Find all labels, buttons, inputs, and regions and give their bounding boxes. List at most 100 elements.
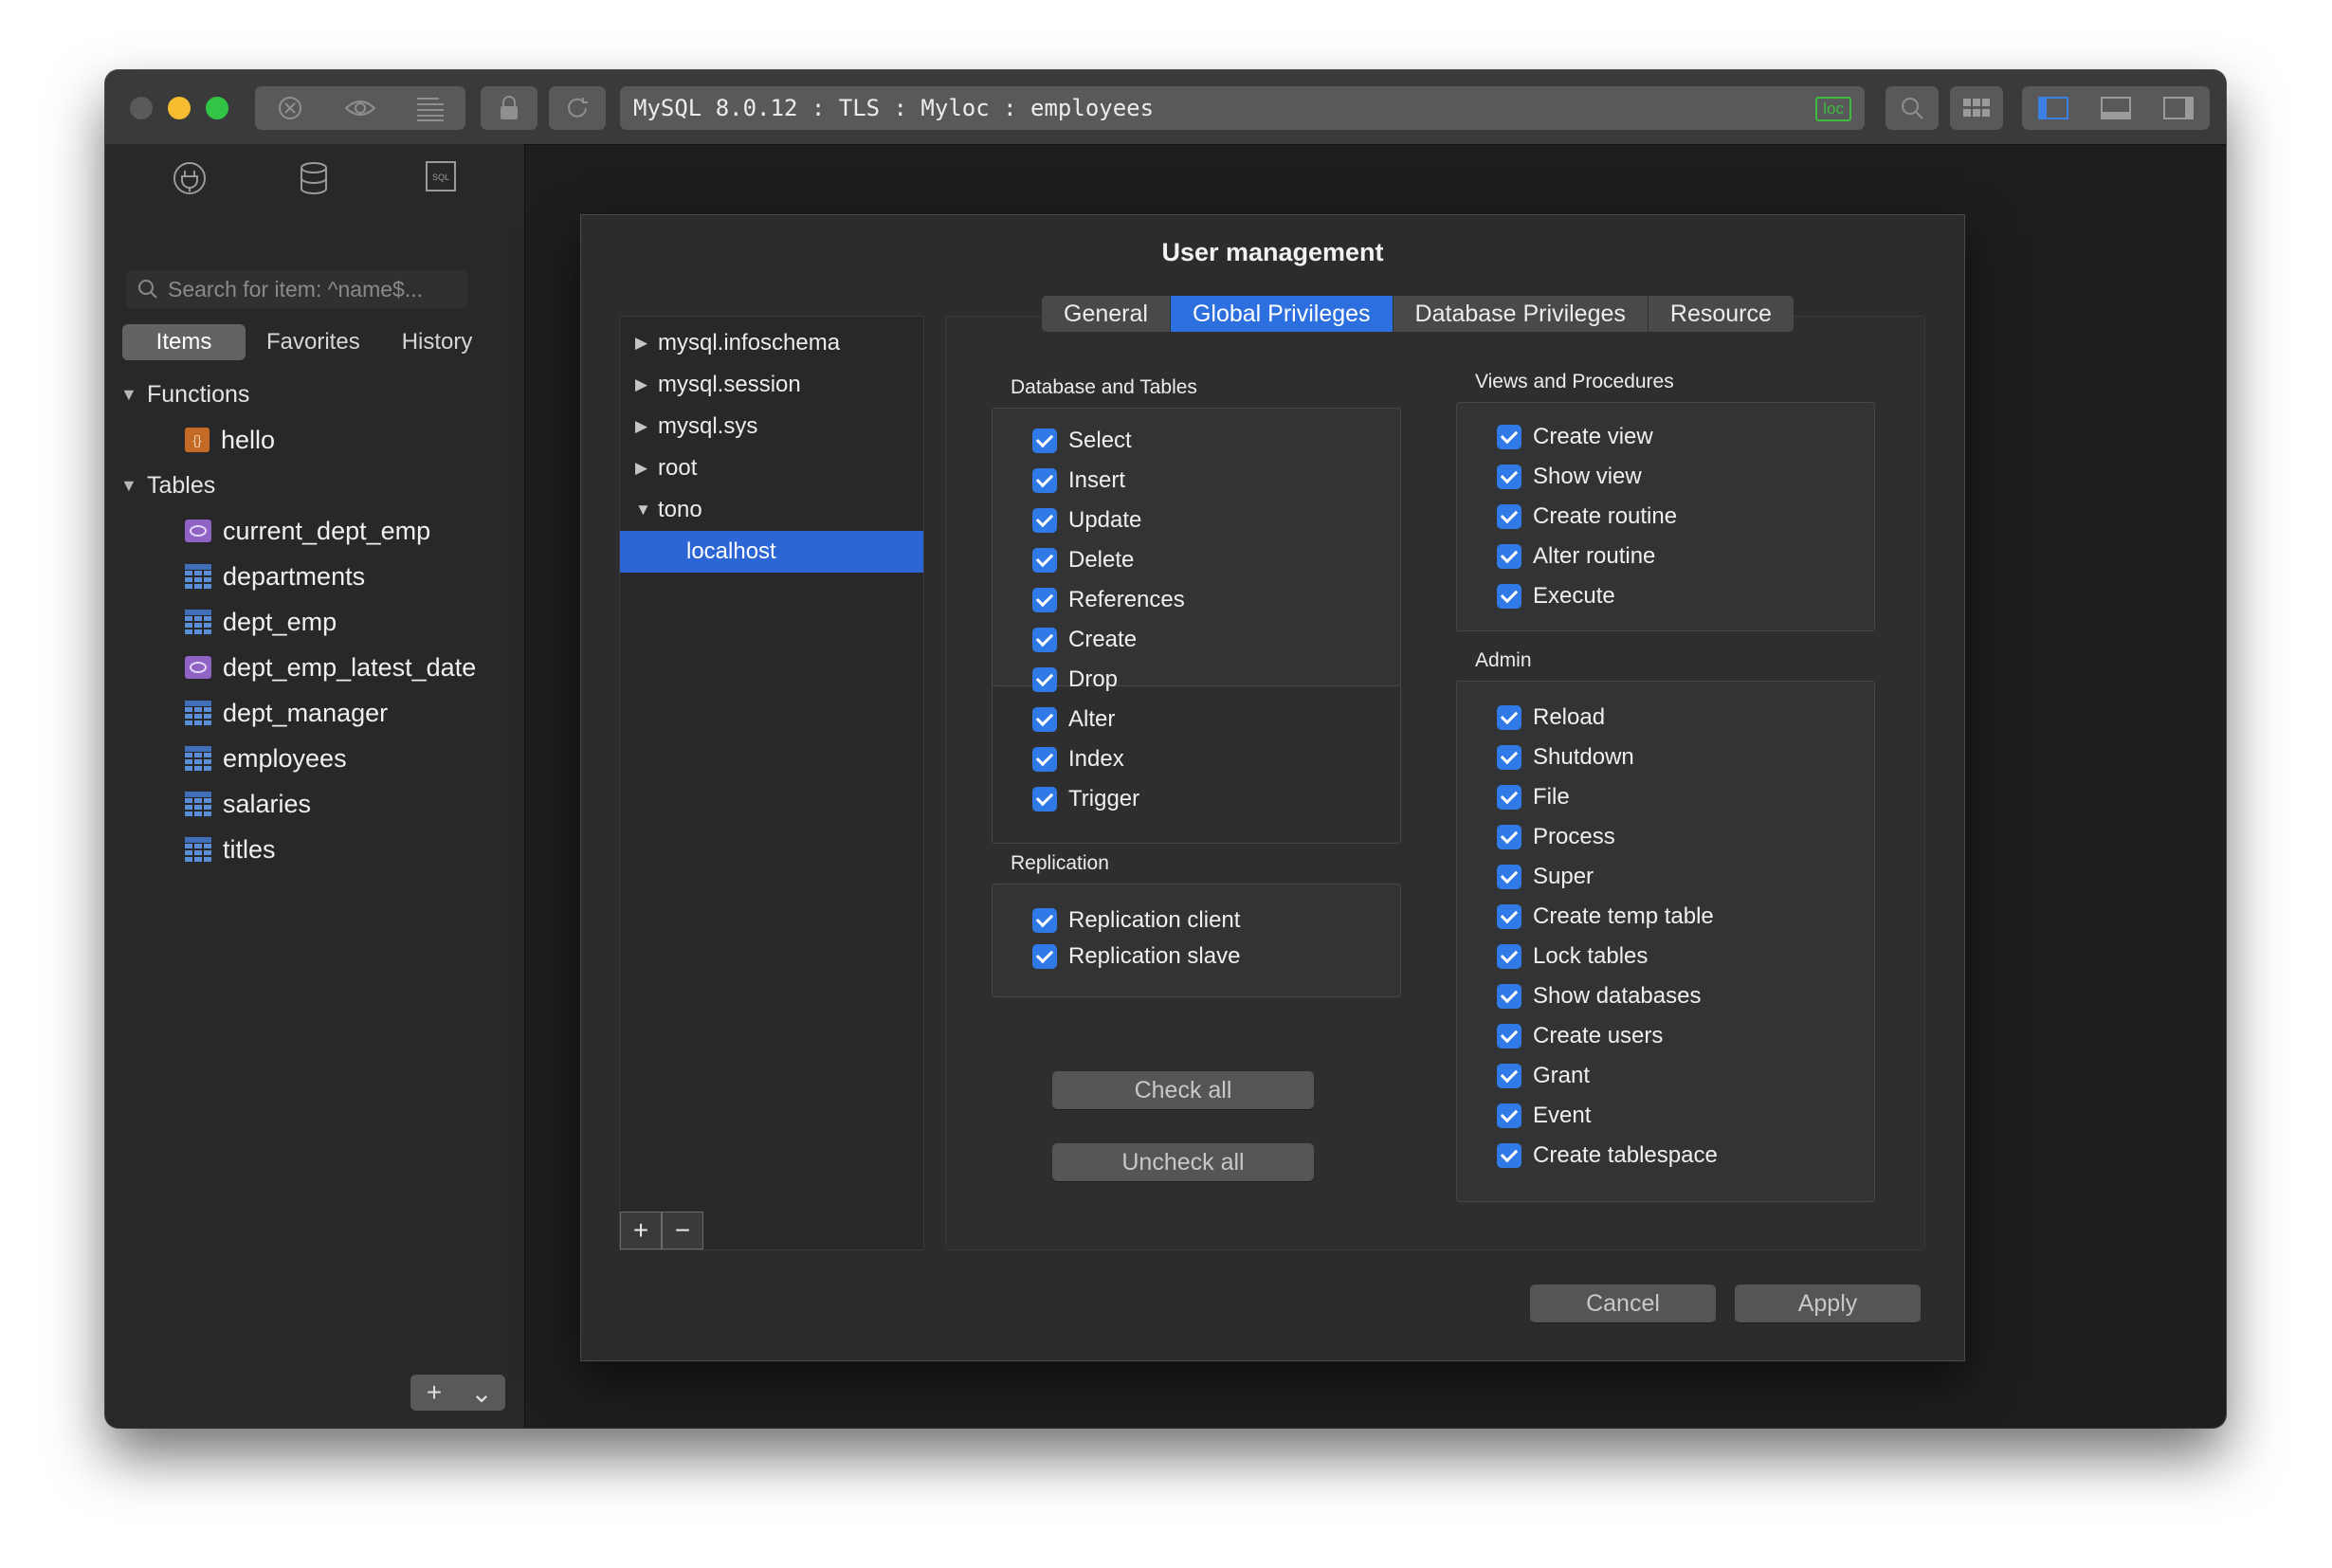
database-icon[interactable] [295, 159, 333, 197]
privilege-checkbox-lock-tables[interactable]: Lock tables [1497, 941, 1648, 972]
tree-item-table[interactable]: employees [105, 736, 524, 781]
tree-item-table[interactable]: dept_manager [105, 690, 524, 736]
tree-item-table[interactable]: departments [105, 554, 524, 599]
privilege-checkbox-alter[interactable]: Alter [1032, 704, 1115, 735]
check-all-button[interactable]: Check all [1052, 1071, 1314, 1109]
privilege-checkbox-create-tablespace[interactable]: Create tablespace [1497, 1140, 1718, 1171]
chevron-down-icon[interactable]: ⌄ [458, 1375, 505, 1411]
privilege-checkbox-process[interactable]: Process [1497, 822, 1615, 852]
checkbox-checked-icon[interactable] [1497, 584, 1521, 609]
user-row[interactable]: ▼ tono [620, 489, 923, 531]
disclosure-triangle-icon[interactable]: ▶ [635, 459, 652, 478]
tree-item-table[interactable]: salaries [105, 781, 524, 827]
tab-favorites[interactable]: Favorites [246, 324, 381, 360]
privilege-checkbox-file[interactable]: File [1497, 782, 1570, 812]
disconnect-button[interactable] [255, 86, 325, 130]
sql-file-icon[interactable]: SQL [424, 159, 462, 197]
checkbox-checked-icon[interactable] [1497, 465, 1521, 489]
privilege-checkbox-reload[interactable]: Reload [1497, 702, 1605, 733]
tab-items[interactable]: Items [122, 324, 246, 360]
checkbox-checked-icon[interactable] [1497, 705, 1521, 730]
tab-general[interactable]: General [1042, 296, 1171, 332]
toggle-right-sidebar-button[interactable] [2147, 86, 2210, 130]
checkbox-checked-icon[interactable] [1497, 944, 1521, 969]
apply-button[interactable]: Apply [1735, 1285, 1921, 1322]
disclosure-triangle-icon[interactable]: ▶ [635, 334, 652, 353]
privilege-checkbox-replication-slave[interactable]: Replication slave [1032, 941, 1240, 972]
checkbox-checked-icon[interactable] [1497, 904, 1521, 929]
tree-item-table[interactable]: dept_emp [105, 599, 524, 645]
tab-database-privileges[interactable]: Database Privileges [1394, 296, 1649, 332]
minimize-window-button[interactable] [168, 97, 191, 119]
tree-group-tables[interactable]: ▼ Tables [105, 463, 524, 508]
checkbox-checked-icon[interactable] [1497, 1103, 1521, 1128]
privilege-checkbox-shutdown[interactable]: Shutdown [1497, 742, 1634, 773]
checkbox-checked-icon[interactable] [1497, 1143, 1521, 1168]
user-row[interactable]: ▶ mysql.sys [620, 406, 923, 447]
lock-button[interactable] [481, 86, 537, 130]
tab-resource[interactable]: Resource [1649, 296, 1794, 332]
tree-item-function[interactable]: {} hello [105, 417, 524, 463]
privilege-checkbox-drop[interactable]: Drop [1032, 665, 1118, 695]
tab-history[interactable]: History [381, 324, 473, 360]
tab-global-privileges[interactable]: Global Privileges [1170, 296, 1394, 332]
connection-status-bar[interactable]: MySQL 8.0.12 : TLS : Myloc : employees l… [620, 86, 1865, 130]
privilege-checkbox-index[interactable]: Index [1032, 744, 1124, 775]
privilege-checkbox-alter-routine[interactable]: Alter routine [1497, 541, 1655, 572]
checkbox-checked-icon[interactable] [1032, 667, 1057, 692]
connection-plug-icon[interactable] [171, 159, 209, 197]
privilege-checkbox-event[interactable]: Event [1497, 1101, 1591, 1131]
maximize-window-button[interactable] [206, 97, 228, 119]
disclosure-triangle-icon[interactable]: ▼ [635, 501, 652, 520]
preview-button[interactable] [325, 86, 395, 130]
privilege-checkbox-show-databases[interactable]: Show databases [1497, 981, 1701, 1012]
privilege-checkbox-create-view[interactable]: Create view [1497, 422, 1653, 452]
add-item-button[interactable]: + [410, 1375, 458, 1411]
user-row[interactable]: ▶ mysql.session [620, 364, 923, 406]
checkbox-checked-icon[interactable] [1497, 825, 1521, 849]
privilege-checkbox-trigger[interactable]: Trigger [1032, 784, 1139, 814]
disclosure-triangle-icon[interactable]: ▶ [635, 417, 652, 436]
privilege-checkbox-show-view[interactable]: Show view [1497, 462, 1642, 492]
checkbox-checked-icon[interactable] [1497, 1024, 1521, 1048]
checkbox-checked-icon[interactable] [1497, 865, 1521, 889]
privilege-checkbox-create-routine[interactable]: Create routine [1497, 501, 1677, 532]
privilege-checkbox-create-users[interactable]: Create users [1497, 1021, 1663, 1051]
tree-item-view[interactable]: dept_emp_latest_date [105, 645, 524, 690]
uncheck-all-button[interactable]: Uncheck all [1052, 1143, 1314, 1181]
disclosure-triangle-icon[interactable]: ▼ [120, 476, 137, 496]
console-log-button[interactable] [395, 86, 465, 130]
checkbox-checked-icon[interactable] [1032, 908, 1057, 933]
tree-group-functions[interactable]: ▼ Functions [105, 372, 524, 417]
checkbox-checked-icon[interactable] [1032, 747, 1057, 772]
cancel-button[interactable]: Cancel [1530, 1285, 1716, 1322]
remove-user-button[interactable]: − [662, 1212, 703, 1249]
grid-view-button[interactable] [1950, 86, 2003, 130]
checkbox-checked-icon[interactable] [1497, 984, 1521, 1009]
refresh-button[interactable] [549, 86, 606, 130]
disclosure-triangle-icon[interactable]: ▼ [120, 385, 137, 405]
user-row[interactable]: ▶ mysql.infoschema [620, 322, 923, 364]
checkbox-checked-icon[interactable] [1497, 1064, 1521, 1088]
privilege-checkbox-super[interactable]: Super [1497, 862, 1594, 892]
checkbox-checked-icon[interactable] [1032, 787, 1057, 811]
checkbox-checked-icon[interactable] [1497, 785, 1521, 810]
privilege-checkbox-grant[interactable]: Grant [1497, 1061, 1590, 1091]
toggle-left-sidebar-button[interactable] [2022, 86, 2085, 130]
toggle-bottom-panel-button[interactable] [2085, 86, 2147, 130]
add-user-button[interactable]: + [620, 1212, 662, 1249]
search-button[interactable] [1886, 86, 1939, 130]
checkbox-checked-icon[interactable] [1497, 504, 1521, 529]
tree-item-table[interactable]: titles [105, 827, 524, 872]
user-host-row-selected[interactable]: localhost [620, 531, 923, 573]
user-row[interactable]: ▶ root [620, 447, 923, 489]
tree-item-view[interactable]: current_dept_emp [105, 508, 524, 554]
checkbox-checked-icon[interactable] [1497, 544, 1521, 569]
sidebar-search-input[interactable]: Search for item: ^name$... [126, 270, 467, 308]
disclosure-triangle-icon[interactable]: ▶ [635, 375, 652, 394]
checkbox-checked-icon[interactable] [1032, 707, 1057, 732]
privilege-checkbox-execute[interactable]: Execute [1497, 581, 1615, 611]
checkbox-checked-icon[interactable] [1032, 944, 1057, 969]
close-window-button[interactable] [130, 97, 153, 119]
privilege-checkbox-replication-client[interactable]: Replication client [1032, 905, 1240, 936]
